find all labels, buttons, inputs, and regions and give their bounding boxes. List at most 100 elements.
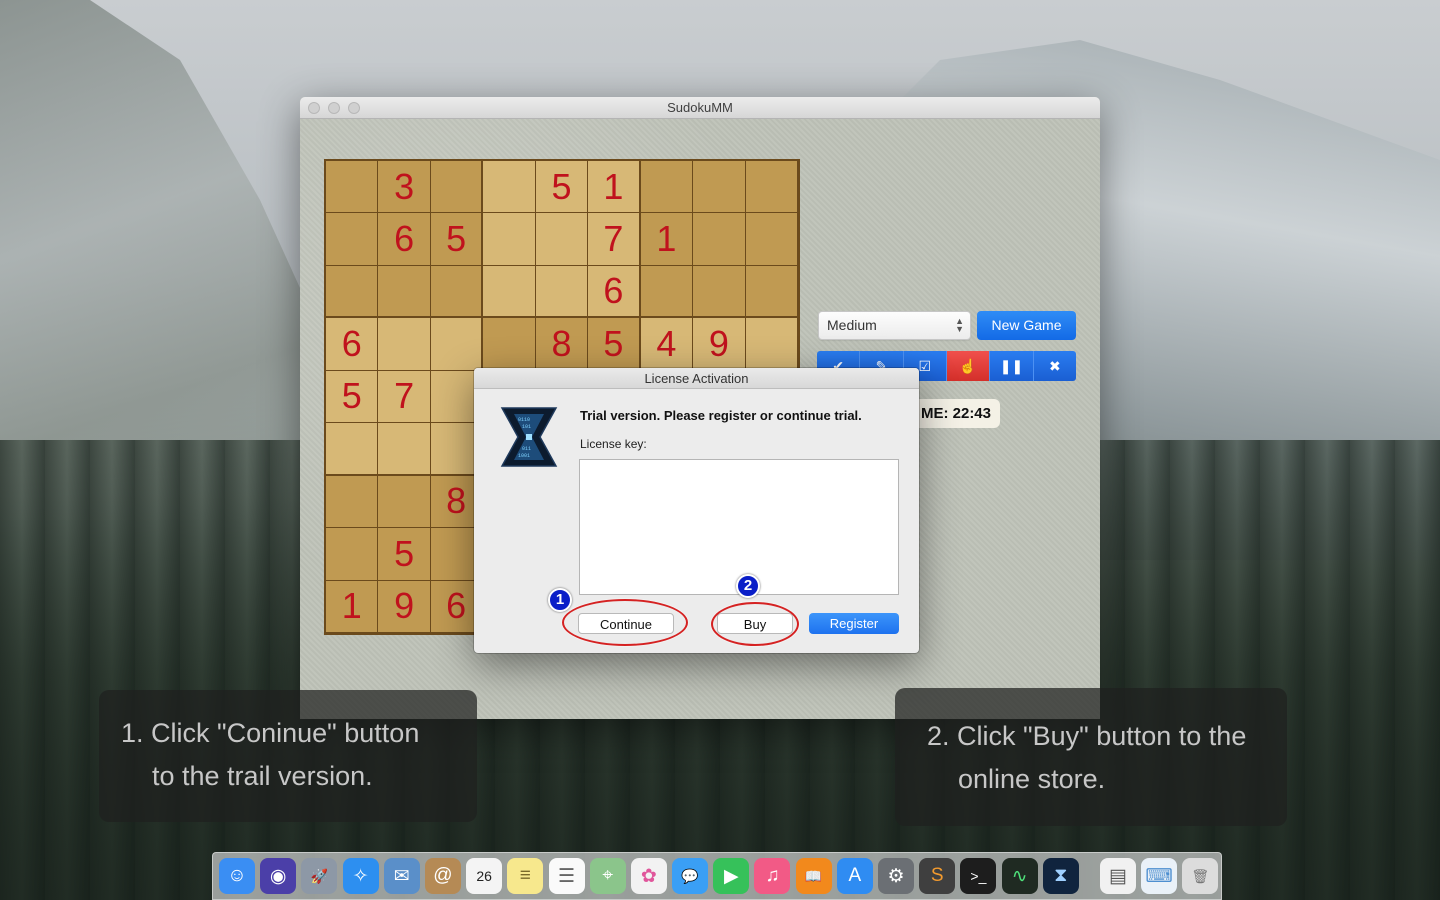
sudoku-cell[interactable]: 5 <box>378 528 431 581</box>
license-key-input[interactable] <box>579 459 899 595</box>
hand-pointer-tool-button[interactable]: ☝ <box>946 351 991 381</box>
screenshots-folder-icon[interactable]: ⌨ <box>1141 858 1178 894</box>
window-titlebar[interactable]: SudokuMM <box>300 97 1100 119</box>
safari-icon[interactable]: ✧ <box>342 858 379 894</box>
sudoku-cell[interactable] <box>535 265 589 319</box>
sudoku-cell[interactable] <box>693 161 746 214</box>
sudoku-cell[interactable]: 5 <box>326 370 379 424</box>
continue-highlight-ring <box>562 599 688 646</box>
sudoku-cell[interactable] <box>483 318 536 371</box>
sudoku-cell[interactable] <box>535 213 589 266</box>
sudoku-cell[interactable]: 6 <box>378 213 431 266</box>
sudoku-cell[interactable] <box>483 161 536 214</box>
sudoku-cell[interactable] <box>326 423 379 476</box>
trash-icon[interactable]: 🗑 <box>1182 858 1219 894</box>
itunes-icon[interactable]: ♫ <box>754 858 791 894</box>
sudoku-cell[interactable]: 1 <box>640 213 694 266</box>
sudoku-cell[interactable]: 7 <box>588 213 641 266</box>
mail-icon[interactable]: ✉ <box>383 858 420 894</box>
facetime-icon[interactable]: ▶ <box>713 858 750 894</box>
sudoku-cell[interactable]: 5 <box>535 161 589 214</box>
messages-icon[interactable]: 💬 <box>672 858 709 894</box>
sudoku-cell[interactable]: 6 <box>326 318 379 371</box>
difficulty-value: Medium <box>827 317 877 333</box>
ibooks-icon[interactable]: 📖 <box>795 858 832 894</box>
finder-icon[interactable]: ☺ <box>219 858 255 894</box>
sudoku-cell[interactable] <box>745 161 798 214</box>
svg-text:1001: 1001 <box>518 453 530 459</box>
sudoku-cell[interactable] <box>745 318 798 371</box>
sudoku-cell[interactable] <box>430 265 484 319</box>
sudoku-cell[interactable]: 9 <box>693 318 746 371</box>
sudoku-cell[interactable] <box>378 475 431 529</box>
pause-icon: ❚❚ <box>999 357 1024 374</box>
sudoku-cell[interactable] <box>430 318 484 371</box>
timer-display: ME: 22:43 <box>906 399 1000 428</box>
close-icon: ✖ <box>1048 357 1061 374</box>
sudoku-cell[interactable] <box>483 213 536 266</box>
activity-monitor-icon[interactable]: ∿ <box>1001 858 1038 894</box>
app-store-icon[interactable]: A <box>836 858 873 894</box>
document-icon[interactable]: ▤ <box>1099 858 1136 894</box>
sudoku-cell[interactable]: 8 <box>535 318 589 371</box>
pause-tool-button[interactable]: ❚❚ <box>990 351 1034 381</box>
caption-2-line-1: 2. Click "Buy" button to the <box>927 721 1247 751</box>
new-game-button[interactable]: New Game <box>977 311 1076 340</box>
sudoku-cell[interactable] <box>640 161 694 214</box>
sudoku-cell[interactable] <box>745 265 798 319</box>
sudoku-cell[interactable]: 1 <box>588 161 641 214</box>
sudoku-cell[interactable] <box>483 265 536 319</box>
difficulty-select[interactable]: Medium ▲ ▼ <box>818 311 971 340</box>
sudoku-cell[interactable] <box>326 528 379 581</box>
sudoku-cell[interactable] <box>378 265 431 319</box>
contacts-icon[interactable]: @ <box>424 858 461 894</box>
step-marker-1: 1 <box>548 588 572 612</box>
zoom-window-button[interactable] <box>348 102 360 114</box>
svg-text:0110: 0110 <box>518 417 530 423</box>
sudoku-cell[interactable] <box>640 265 694 319</box>
sudoku-cell[interactable] <box>693 265 746 319</box>
sudoku-cell[interactable] <box>326 265 379 319</box>
window-title: SudokuMM <box>667 100 733 115</box>
sudoku-cell[interactable]: 3 <box>378 161 431 214</box>
register-button[interactable]: Register <box>809 613 899 634</box>
close-tool-button[interactable]: ✖ <box>1033 351 1076 381</box>
minimize-window-button[interactable] <box>328 102 340 114</box>
sudokumm-icon[interactable]: ⧗ <box>1042 858 1079 894</box>
dialog-message: Trial version. Please register or contin… <box>580 408 862 423</box>
sudoku-cell[interactable]: 9 <box>378 580 431 633</box>
sudoku-cell[interactable]: 5 <box>588 318 641 371</box>
sublime-text-icon[interactable]: S <box>919 858 956 894</box>
notes-icon[interactable]: ≡ <box>507 858 544 894</box>
sudoku-cell[interactable] <box>378 318 431 371</box>
sudoku-cell[interactable] <box>378 423 431 476</box>
instruction-caption-2: 2. Click "Buy" button to the online stor… <box>895 688 1287 826</box>
sudoku-cell[interactable]: 4 <box>640 318 694 371</box>
sudoku-cell[interactable]: 7 <box>378 370 431 424</box>
sudoku-cell[interactable]: 5 <box>430 213 484 266</box>
sudoku-cell[interactable] <box>326 161 379 214</box>
svg-text:101: 101 <box>522 424 531 430</box>
svg-text:011: 011 <box>522 446 531 452</box>
sudoku-cell[interactable] <box>326 475 379 529</box>
calendar-icon[interactable]: 26 <box>466 858 503 894</box>
caption-2-line-2: online store. <box>958 764 1106 794</box>
launchpad-icon[interactable]: 🚀 <box>301 858 338 894</box>
siri-icon[interactable]: ◉ <box>260 858 297 894</box>
dialog-title: License Activation <box>474 368 919 389</box>
edit-check-icon: ☑ <box>918 357 932 374</box>
sudoku-cell[interactable]: 1 <box>326 580 379 633</box>
sudoku-cell[interactable] <box>326 213 379 266</box>
sudoku-cell[interactable]: 6 <box>588 265 641 319</box>
caption-1-line-1: 1. Click "Coninue" button <box>121 718 420 748</box>
terminal-icon[interactable]: >_ <box>960 858 997 894</box>
sudoku-cell[interactable] <box>430 161 484 214</box>
photos-icon[interactable]: ✿ <box>630 858 667 894</box>
license-key-label: License key: <box>580 437 647 451</box>
sudoku-cell[interactable] <box>745 213 798 266</box>
maps-icon[interactable]: ⌖ <box>589 858 626 894</box>
system-preferences-icon[interactable]: ⚙ <box>878 858 914 894</box>
reminders-icon[interactable]: ☰ <box>548 858 585 894</box>
sudoku-cell[interactable] <box>693 213 746 266</box>
close-window-button[interactable] <box>308 102 320 114</box>
